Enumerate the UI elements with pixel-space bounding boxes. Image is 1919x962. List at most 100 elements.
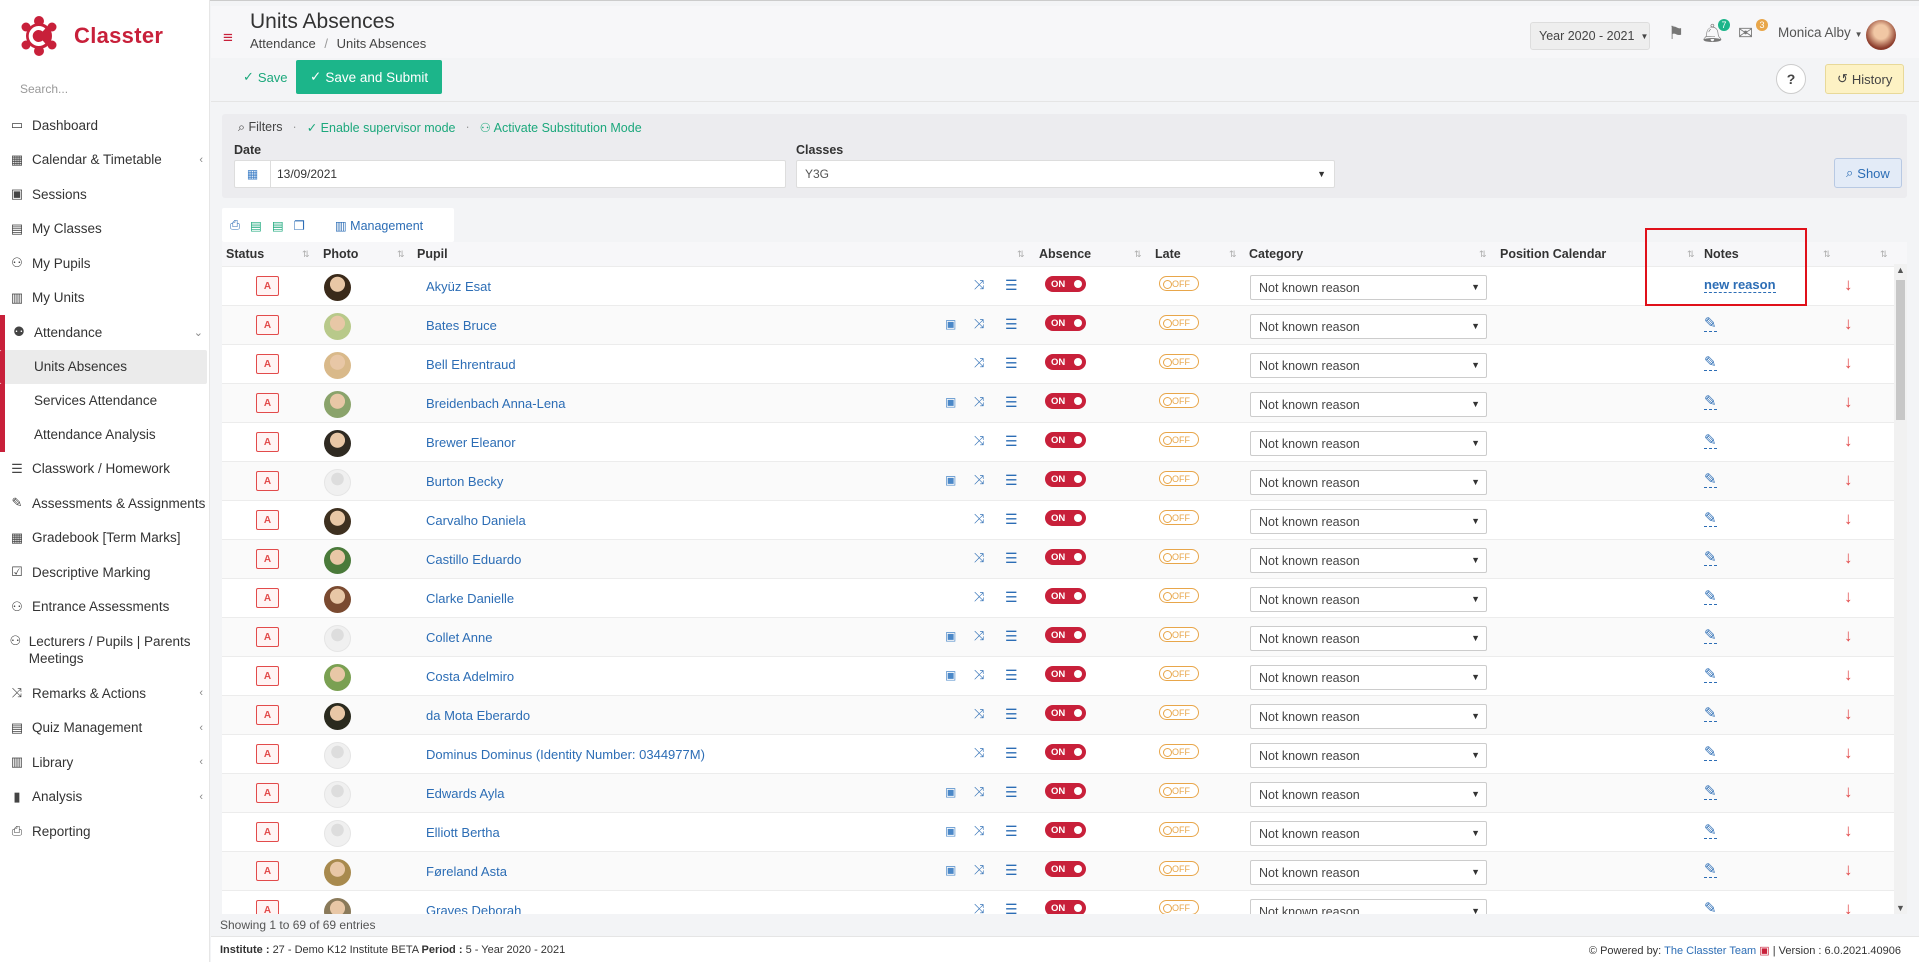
arrow-down-icon[interactable]: ↓ xyxy=(1844,782,1853,802)
sidebar-subitem-services-attendance[interactable]: Services Attendance xyxy=(0,383,209,418)
arrow-down-icon[interactable]: ↓ xyxy=(1844,353,1853,373)
status-badge[interactable]: A xyxy=(256,588,279,608)
list-icon[interactable]: ☰ xyxy=(1005,472,1018,489)
category-select[interactable]: Not known reason ▼ xyxy=(1250,665,1487,690)
edit-note-icon[interactable]: ✎ xyxy=(1704,394,1717,410)
late-toggle[interactable]: OFF xyxy=(1159,276,1199,291)
list-icon[interactable]: ☰ xyxy=(1005,706,1018,723)
sidebar-item-my-pupils[interactable]: ⚇ My Pupils xyxy=(0,246,209,281)
status-badge[interactable]: A xyxy=(256,861,279,881)
shuffle-icon[interactable]: ⤨ xyxy=(974,901,984,914)
flag-icon[interactable]: ⚑ xyxy=(1668,23,1684,44)
year-select[interactable]: Year 2020 - 2021 ▼ xyxy=(1530,22,1650,50)
category-select[interactable]: Not known reason ▼ xyxy=(1250,626,1487,651)
print-icon[interactable]: ⎙ xyxy=(230,218,240,233)
date-field[interactable]: ▦ 13/09/2021 xyxy=(234,160,786,188)
sidebar-subitem-units-absences[interactable]: Units Absences xyxy=(0,349,207,384)
save-and-submit-button[interactable]: ✓ Save and Submit xyxy=(296,60,443,94)
arrow-down-icon[interactable]: ↓ xyxy=(1844,587,1853,607)
late-toggle[interactable]: OFF xyxy=(1159,354,1199,369)
status-badge[interactable]: A xyxy=(256,627,279,647)
pupil-name-link[interactable]: da Mota Eberardo xyxy=(426,708,530,723)
shuffle-icon[interactable]: ⤨ xyxy=(974,589,984,605)
arrow-down-icon[interactable]: ↓ xyxy=(1844,314,1853,334)
shuffle-icon[interactable]: ⤨ xyxy=(974,394,984,410)
pupil-name-link[interactable]: Edwards Ayla xyxy=(426,786,505,801)
shuffle-icon[interactable]: ⤨ xyxy=(974,745,984,761)
col-status[interactable]: Status xyxy=(226,247,264,261)
classes-select[interactable]: Y3G ▼ xyxy=(796,160,1335,188)
list-icon[interactable]: ☰ xyxy=(1005,433,1018,450)
logo[interactable]: Classter xyxy=(0,0,209,72)
user-avatar[interactable] xyxy=(1866,20,1896,50)
shuffle-icon[interactable]: ⤨ xyxy=(974,823,984,839)
management-button[interactable]: ▥ Management xyxy=(335,218,423,233)
edit-note-icon[interactable]: ✎ xyxy=(1704,628,1717,644)
shuffle-icon[interactable]: ⤨ xyxy=(974,628,984,644)
pupil-name-link[interactable]: Bates Bruce xyxy=(426,318,497,333)
calendar-icon[interactable]: ▦ xyxy=(235,161,271,187)
edit-note-icon[interactable]: ✎ xyxy=(1704,355,1717,371)
scroll-down-icon[interactable]: ▼ xyxy=(1896,903,1905,913)
absence-toggle[interactable]: ON xyxy=(1045,861,1086,877)
show-button[interactable]: ⌕ Show xyxy=(1834,158,1902,188)
filters-toggle[interactable]: ⌕ Filters xyxy=(238,120,283,135)
edit-note-icon[interactable]: ✎ xyxy=(1704,745,1717,761)
absence-toggle[interactable]: ON xyxy=(1045,744,1086,760)
sort-icon[interactable]: ⇅ xyxy=(1880,249,1888,260)
late-toggle[interactable]: OFF xyxy=(1159,510,1199,525)
pupil-name-link[interactable]: Brewer Eleanor xyxy=(426,435,516,450)
sidebar-item-assessments-assignments[interactable]: ✎ Assessments & Assignments ‹ xyxy=(0,486,209,521)
late-toggle[interactable]: OFF xyxy=(1159,900,1199,914)
shuffle-icon[interactable]: ⤨ xyxy=(974,862,984,878)
sort-icon[interactable]: ⇅ xyxy=(1134,249,1142,260)
sidebar-item-calendar-timetable[interactable]: ▦ Calendar & Timetable ‹ xyxy=(0,143,209,178)
bus-icon[interactable]: ▣ xyxy=(945,824,956,838)
absence-toggle[interactable]: ON xyxy=(1045,276,1086,292)
category-select[interactable]: Not known reason ▼ xyxy=(1250,743,1487,768)
status-badge[interactable]: A xyxy=(256,315,279,335)
history-button[interactable]: ↺ History xyxy=(1825,64,1905,94)
status-badge[interactable]: A xyxy=(256,783,279,803)
absence-toggle[interactable]: ON xyxy=(1045,588,1086,604)
pupil-name-link[interactable]: Costa Adelmiro xyxy=(426,669,514,684)
pupil-name-link[interactable]: Burton Becky xyxy=(426,474,503,489)
category-select[interactable]: Not known reason ▼ xyxy=(1250,470,1487,495)
edit-note-icon[interactable]: ✎ xyxy=(1704,472,1717,488)
shuffle-icon[interactable]: ⤨ xyxy=(974,511,984,527)
shuffle-icon[interactable]: ⤨ xyxy=(974,784,984,800)
edit-note-icon[interactable]: ✎ xyxy=(1704,433,1717,449)
help-button[interactable]: ? xyxy=(1776,64,1806,94)
arrow-down-icon[interactable]: ↓ xyxy=(1844,899,1853,914)
status-badge[interactable]: A xyxy=(256,900,279,914)
pupil-name-link[interactable]: Bell Ehrentraud xyxy=(426,357,516,372)
absence-toggle[interactable]: ON xyxy=(1045,432,1086,448)
sidebar-item-sessions[interactable]: ▣ Sessions xyxy=(0,177,209,212)
list-icon[interactable]: ☰ xyxy=(1005,628,1018,645)
sort-icon[interactable]: ⇅ xyxy=(1017,249,1025,260)
arrow-down-icon[interactable]: ↓ xyxy=(1844,743,1853,763)
shuffle-icon[interactable]: ⤨ xyxy=(974,355,984,371)
sidebar-item-library[interactable]: ▥ Library ‹ xyxy=(0,745,209,780)
sort-icon[interactable]: ⇅ xyxy=(1823,249,1831,260)
edit-note-icon[interactable]: ✎ xyxy=(1704,667,1717,683)
list-icon[interactable]: ☰ xyxy=(1005,784,1018,801)
category-select[interactable]: Not known reason ▼ xyxy=(1250,392,1487,417)
bus-icon[interactable]: ▣ xyxy=(945,317,956,331)
edit-note-icon[interactable]: ✎ xyxy=(1704,862,1717,878)
sidebar-item-entrance-assessments[interactable]: ⚇ Entrance Assessments xyxy=(0,590,209,625)
category-select[interactable]: Not known reason ▼ xyxy=(1250,704,1487,729)
csv-icon[interactable]: ▤ xyxy=(272,218,284,233)
arrow-down-icon[interactable]: ↓ xyxy=(1844,821,1853,841)
list-icon[interactable]: ☰ xyxy=(1005,316,1018,333)
scroll-thumb[interactable] xyxy=(1896,280,1905,420)
arrow-down-icon[interactable]: ↓ xyxy=(1844,509,1853,529)
status-badge[interactable]: A xyxy=(256,354,279,374)
sidebar-subitem-attendance-analysis[interactable]: Attendance Analysis xyxy=(0,417,209,452)
category-select[interactable]: Not known reason ▼ xyxy=(1250,353,1487,378)
late-toggle[interactable]: OFF xyxy=(1159,315,1199,330)
status-badge[interactable]: A xyxy=(256,744,279,764)
bus-icon[interactable]: ▣ xyxy=(945,395,956,409)
absence-toggle[interactable]: ON xyxy=(1045,627,1086,643)
list-icon[interactable]: ☰ xyxy=(1005,277,1018,294)
